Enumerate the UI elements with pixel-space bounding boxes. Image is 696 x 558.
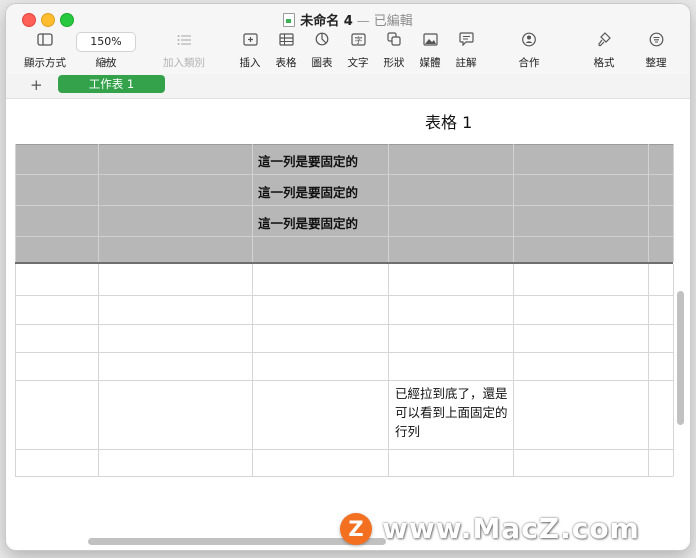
header-cell[interactable]: 這一列是要固定的 — [258, 151, 358, 170]
table-title[interactable]: 表格 1 — [425, 109, 472, 133]
zoom-select[interactable]: 150% ⌄ — [76, 32, 136, 66]
insert-label: 插入 — [239, 57, 261, 69]
table-button[interactable]: 表格 — [272, 32, 300, 70]
grid-line — [513, 144, 514, 262]
grid-line — [513, 264, 514, 476]
grid-line — [648, 144, 649, 262]
shape-label: 形狀 — [383, 57, 405, 69]
table-label: 表格 — [275, 57, 297, 69]
table-icon — [272, 32, 300, 50]
organize-label: 整理 — [645, 57, 667, 69]
media-button[interactable]: 媒體 — [416, 32, 444, 70]
grid-line — [15, 295, 673, 296]
comment-button[interactable]: 註解 — [452, 32, 480, 70]
grid-line — [15, 144, 16, 262]
grid-line — [388, 144, 389, 262]
grid-line — [15, 205, 673, 206]
collaborate-icon — [514, 32, 544, 50]
header-cell[interactable]: 這一列是要固定的 — [258, 182, 358, 201]
watermark-logo: Z — [340, 513, 372, 545]
paintbrush-icon — [590, 32, 618, 50]
grid-line — [252, 144, 253, 262]
text-label: 文字 — [347, 57, 369, 69]
sheet-bar: + 工作表 1 — [6, 74, 690, 99]
grid-line — [673, 144, 674, 262]
sheet-canvas[interactable]: 表格 1 這一列是要固定的 這一列是要固定的 這一列是要固定的 已經拉到底了，還… — [6, 99, 690, 550]
window-title: 未命名 4— 已編輯 — [6, 10, 690, 29]
grid-line — [15, 264, 16, 476]
zoom-value-wrapper: 150% ⌄ — [76, 32, 136, 66]
grid-line — [15, 449, 673, 450]
organize-icon — [642, 32, 670, 50]
grid-line — [15, 236, 673, 237]
vertical-scrollbar[interactable] — [677, 291, 684, 425]
grid-line — [98, 264, 99, 476]
grid-line — [15, 380, 673, 381]
grid-line — [648, 264, 649, 476]
format-label: 格式 — [593, 57, 615, 69]
text-button[interactable]: 字 文字 — [344, 32, 372, 70]
grid-line — [15, 174, 673, 175]
text-box-icon: 字 — [344, 32, 372, 50]
sidebar-icon — [22, 32, 68, 50]
document-name: 未命名 4 — [300, 14, 353, 29]
grid-line — [252, 264, 253, 476]
grid-line — [15, 324, 673, 325]
add-sheet-button[interactable]: + — [30, 76, 43, 94]
numbers-window: 未命名 4— 已編輯 顯示方式 150% ⌄ 縮放 加入類別 插入 表格 圖表 … — [6, 4, 690, 550]
document-icon — [283, 13, 296, 27]
photo-icon — [416, 32, 444, 50]
comment-icon — [452, 32, 480, 50]
grid-line — [388, 264, 389, 476]
add-category-button[interactable]: 加入類別 — [160, 32, 208, 70]
grid-line — [98, 144, 99, 262]
collaborate-label: 合作 — [518, 57, 540, 69]
insert-button[interactable]: 插入 — [236, 32, 264, 70]
chart-label: 圖表 — [311, 57, 333, 69]
edit-status: 已編輯 — [373, 14, 413, 29]
grid-line — [15, 144, 673, 145]
watermark: Z www.MacZ.com — [336, 510, 686, 550]
plus-box-icon — [236, 32, 264, 50]
chart-button[interactable]: 圖表 — [308, 32, 336, 70]
title-separator: — — [356, 14, 370, 29]
collaborate-button[interactable]: 合作 — [514, 32, 544, 70]
body-cell-note[interactable]: 已經拉到底了，還是可以看到上面固定的行列 — [395, 384, 513, 441]
shape-button[interactable]: 形狀 — [380, 32, 408, 70]
format-button[interactable]: 格式 — [590, 32, 618, 70]
sheet-tab-1[interactable]: 工作表 1 — [58, 75, 165, 93]
shape-icon — [380, 32, 408, 50]
zoom-label: 縮放 — [95, 57, 117, 69]
organize-button[interactable]: 整理 — [642, 32, 670, 70]
toolbar: 未命名 4— 已編輯 顯示方式 150% ⌄ 縮放 加入類別 插入 表格 圖表 … — [6, 4, 690, 75]
grid-line — [673, 264, 674, 476]
frozen-row-divider — [15, 262, 673, 264]
view-button[interactable]: 顯示方式 — [22, 32, 68, 70]
zoom-control[interactable]: 150% ⌄ 縮放 — [76, 32, 136, 70]
header-cell[interactable]: 這一列是要固定的 — [258, 213, 358, 232]
zoom-value: 150% — [90, 35, 122, 48]
grid-line — [15, 352, 673, 353]
add-category-label: 加入類別 — [163, 57, 205, 69]
comment-label: 註解 — [455, 57, 477, 69]
watermark-text: www.MacZ.com — [382, 512, 640, 545]
list-icon — [160, 32, 208, 50]
media-label: 媒體 — [419, 57, 441, 69]
view-label: 顯示方式 — [24, 57, 66, 69]
pie-chart-icon — [308, 32, 336, 50]
svg-text:字: 字 — [354, 35, 362, 45]
grid-line — [15, 476, 673, 477]
